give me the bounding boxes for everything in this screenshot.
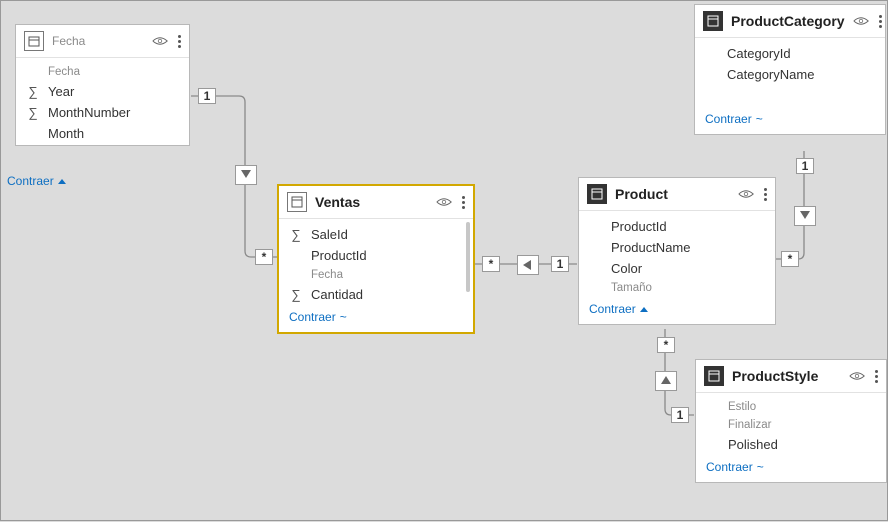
table-title: ProductStyle: [732, 368, 841, 384]
table-fecha[interactable]: Fecha Fecha ∑Year ∑MonthNumber Month: [15, 24, 190, 146]
table-ventas[interactable]: Ventas ∑SaleId ProductId Fecha ∑Cantidad…: [278, 185, 474, 333]
field-item[interactable]: ∑Cantidad: [289, 287, 463, 302]
table-header[interactable]: Fecha: [16, 25, 189, 58]
filter-direction-icon[interactable]: [655, 371, 677, 391]
cardinality-badge: 1: [551, 256, 569, 272]
table-header[interactable]: ProductCategory: [695, 5, 885, 38]
field-item[interactable]: ∑MonthNumber: [26, 105, 179, 120]
table-header[interactable]: Product: [579, 178, 775, 211]
field-list: CategoryId CategoryName: [695, 38, 885, 86]
table-product[interactable]: Product ProductId ProductName Color Tama…: [578, 177, 776, 325]
more-icon[interactable]: [462, 196, 465, 209]
table-productstyle[interactable]: ProductStyle Estilo Finalizar Polished C…: [695, 359, 887, 483]
table-title: Ventas: [315, 194, 428, 210]
field-item[interactable]: ProductId: [289, 248, 463, 263]
cardinality-badge: 1: [198, 88, 216, 104]
field-item[interactable]: Finalizar: [706, 419, 876, 431]
sigma-icon: ∑: [26, 105, 40, 120]
field-item[interactable]: Month: [26, 126, 179, 141]
more-icon[interactable]: [879, 15, 882, 28]
more-icon[interactable]: [764, 188, 767, 201]
table-icon: [587, 184, 607, 204]
field-item[interactable]: ProductId: [589, 219, 765, 234]
field-item[interactable]: ProductName: [589, 240, 765, 255]
table-icon: [704, 366, 724, 386]
sigma-icon: ∑: [26, 84, 40, 99]
cardinality-badge: 1: [671, 407, 689, 423]
field-item[interactable]: Fecha: [26, 66, 179, 78]
visibility-icon[interactable]: [738, 187, 754, 202]
cardinality-badge: *: [255, 249, 273, 265]
cardinality-badge: *: [482, 256, 500, 272]
field-item[interactable]: Fecha: [289, 269, 463, 281]
cardinality-badge: *: [781, 251, 799, 267]
date-table-icon: [24, 31, 44, 51]
visibility-icon[interactable]: [849, 369, 865, 384]
field-item[interactable]: CategoryName: [705, 67, 875, 82]
table-productcategory[interactable]: ProductCategory CategoryId CategoryName …: [694, 4, 886, 135]
field-item[interactable]: Color: [589, 261, 765, 276]
field-item[interactable]: ∑Year: [26, 84, 179, 99]
sigma-icon: ∑: [289, 287, 303, 302]
field-item[interactable]: Tamaño: [589, 282, 765, 294]
collapse-link[interactable]: Contraer: [695, 108, 885, 134]
visibility-icon[interactable]: [152, 34, 168, 49]
collapse-link[interactable]: Contraer: [696, 456, 886, 482]
table-icon: [703, 11, 723, 31]
field-item[interactable]: CategoryId: [705, 46, 875, 61]
field-item[interactable]: ∑SaleId: [289, 227, 463, 242]
cardinality-badge: *: [657, 337, 675, 353]
table-header[interactable]: ProductStyle: [696, 360, 886, 393]
table-title: Product: [615, 186, 730, 202]
table-header[interactable]: Ventas: [279, 186, 473, 219]
filter-direction-icon[interactable]: [517, 255, 539, 275]
visibility-icon[interactable]: [853, 14, 869, 29]
field-list: ProductId ProductName Color Tamaño: [579, 211, 775, 298]
field-item[interactable]: Estilo: [706, 401, 876, 413]
more-icon[interactable]: [875, 370, 878, 383]
collapse-link[interactable]: Contraer: [579, 298, 775, 324]
table-title: Fecha: [52, 34, 144, 48]
scrollbar[interactable]: [466, 222, 470, 292]
field-item[interactable]: Polished: [706, 437, 876, 452]
filter-direction-icon[interactable]: [235, 165, 257, 185]
field-list: Fecha ∑Year ∑MonthNumber Month: [16, 58, 189, 145]
more-icon[interactable]: [178, 35, 181, 48]
table-title: ProductCategory: [731, 13, 845, 29]
cardinality-badge: 1: [796, 158, 814, 174]
collapse-link[interactable]: Contraer: [279, 306, 473, 332]
field-list: ∑SaleId ProductId Fecha ∑Cantidad: [279, 219, 473, 306]
field-list: Estilo Finalizar Polished: [696, 393, 886, 456]
filter-direction-icon[interactable]: [794, 206, 816, 226]
sigma-icon: ∑: [289, 227, 303, 242]
table-icon: [287, 192, 307, 212]
visibility-icon[interactable]: [436, 195, 452, 210]
collapse-link-fecha[interactable]: Contraer: [7, 174, 66, 188]
